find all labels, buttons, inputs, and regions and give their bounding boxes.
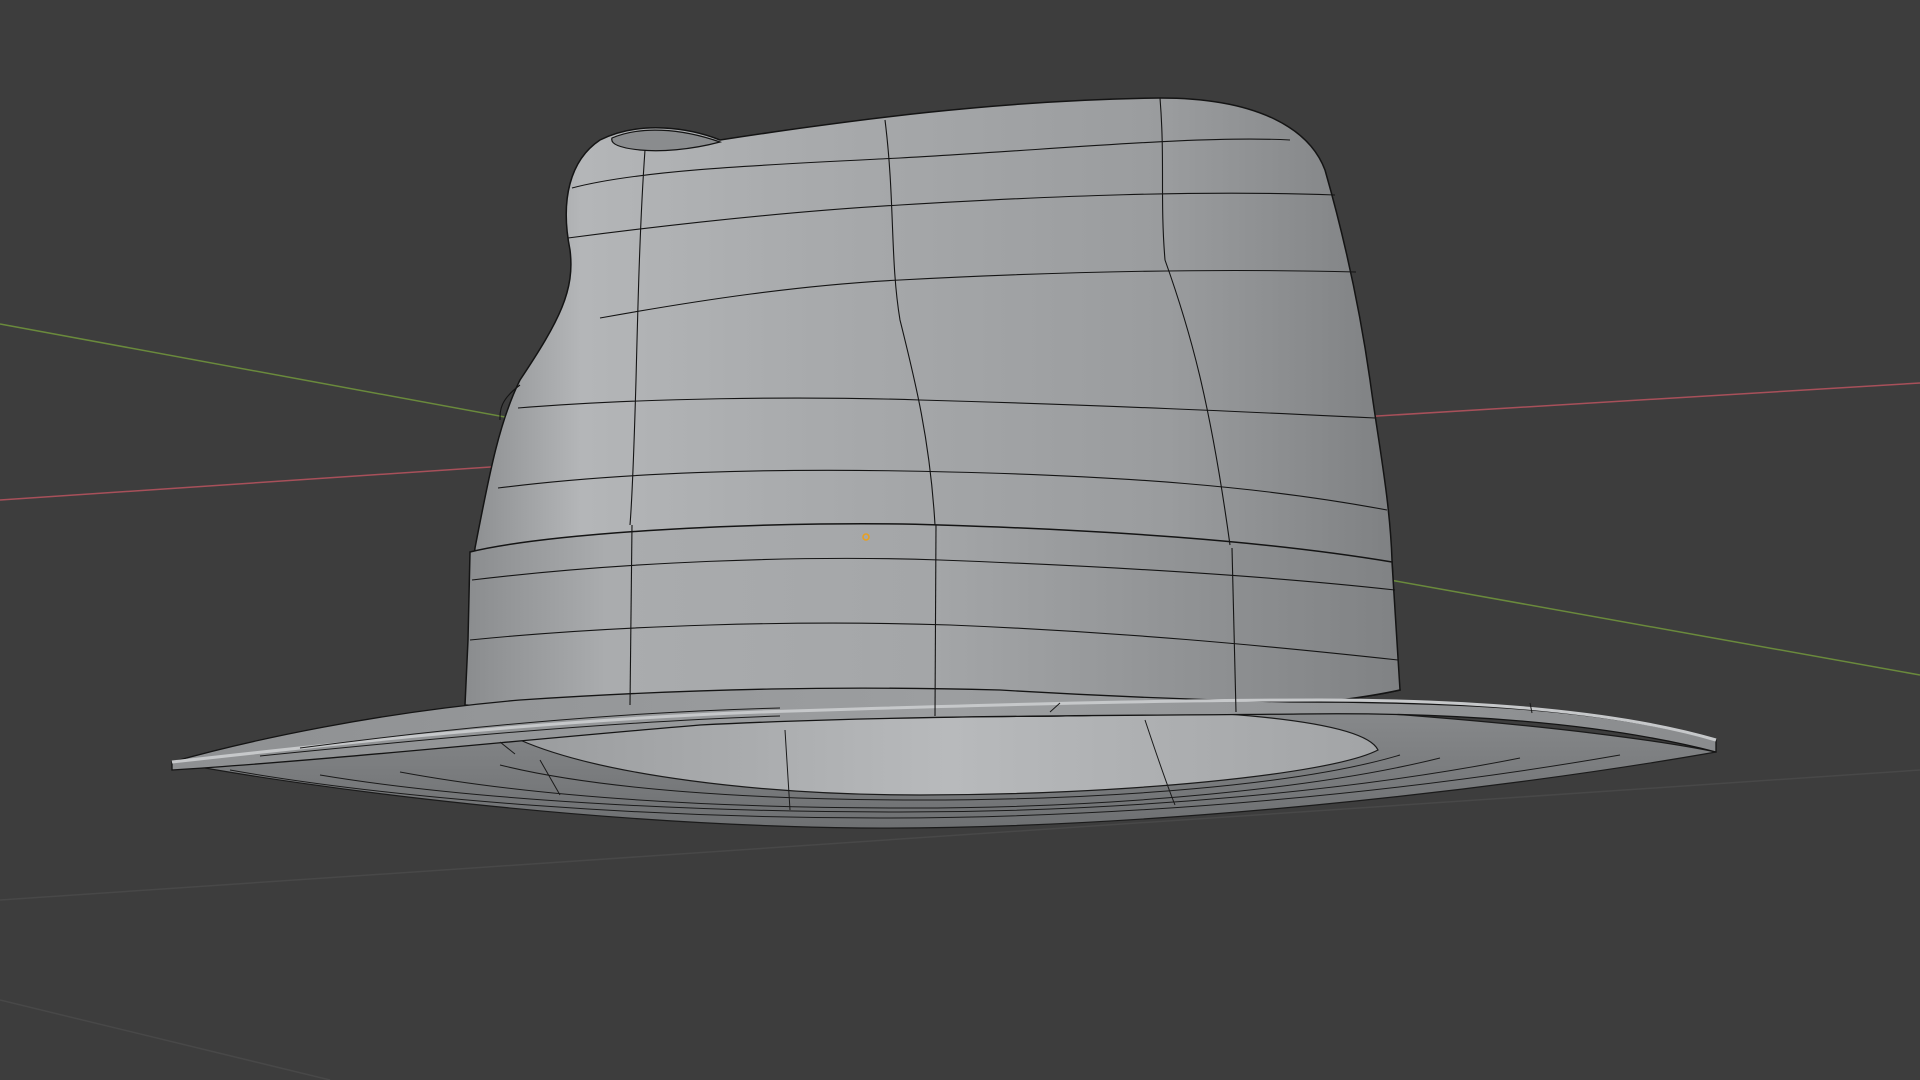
hat-mesh-icon[interactable] bbox=[171, 97, 1717, 829]
hat-band bbox=[464, 522, 1401, 718]
3d-viewport[interactable] bbox=[0, 0, 1920, 1080]
y-axis-line-right bbox=[1389, 579, 1920, 676]
viewport-scene[interactable] bbox=[0, 0, 1920, 1080]
x-axis-line bbox=[0, 464, 521, 501]
